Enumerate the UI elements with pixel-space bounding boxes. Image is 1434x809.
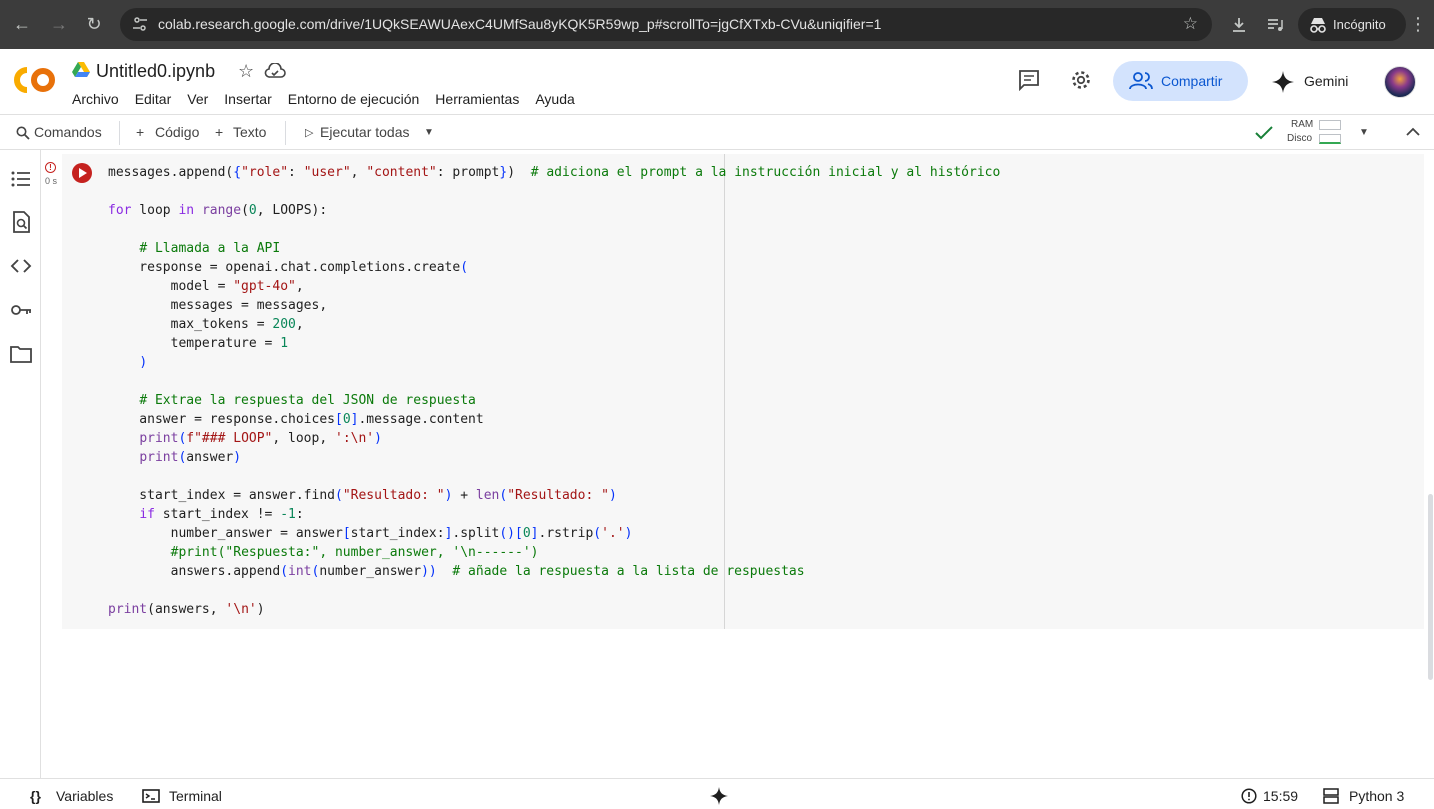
code-line: answer = response.choices[0].message.con… xyxy=(108,412,484,427)
menu-bar: Archivo Editar Ver Insertar Entorno de e… xyxy=(72,91,575,107)
commands-button[interactable]: Comandos xyxy=(34,124,102,140)
line-length-ruler xyxy=(724,154,725,629)
terminal-icon[interactable] xyxy=(142,789,160,803)
media-controls-icon[interactable] xyxy=(1265,15,1285,35)
notebook-scrollbar[interactable] xyxy=(1428,494,1433,680)
add-text-button[interactable]: Texto xyxy=(233,124,266,140)
code-line: max_tokens = 200, xyxy=(108,317,304,332)
error-clock-icon[interactable] xyxy=(1241,788,1257,804)
disk-usage-bar xyxy=(1319,134,1341,144)
menu-ayuda[interactable]: Ayuda xyxy=(535,91,574,107)
settings-gear-icon[interactable] xyxy=(1070,69,1092,91)
notebook-title[interactable]: Untitled0.ipynb xyxy=(96,61,215,82)
collapse-chevron-up-icon[interactable] xyxy=(1406,127,1420,137)
comments-icon[interactable] xyxy=(1018,69,1040,91)
variables-button[interactable]: Variables xyxy=(56,788,113,804)
code-line: print(answer) xyxy=(139,450,242,465)
connected-check-icon[interactable] xyxy=(1254,125,1274,141)
find-in-notebook-icon[interactable] xyxy=(10,211,32,233)
avatar[interactable] xyxy=(1384,66,1416,98)
menu-editar[interactable]: Editar xyxy=(135,91,172,107)
code-line: print(f"### LOOP", loop, ':\n') xyxy=(139,431,382,446)
share-label: Compartir xyxy=(1161,73,1223,89)
browser-chrome: ← → ↻ colab.research.google.com/drive/1U… xyxy=(0,0,1434,49)
colab-header: Untitled0.ipynb ☆ Archivo Editar Ver Ins… xyxy=(0,49,1434,114)
menu-herramientas[interactable]: Herramientas xyxy=(435,91,519,107)
code-line: response = openai.chat.completions.creat… xyxy=(108,260,469,275)
error-indicator-icon[interactable]: ! xyxy=(45,162,56,173)
code-line: messages = messages, xyxy=(108,298,328,313)
toolbar-divider xyxy=(285,121,286,145)
code-line: number_answer = answer[start_index:].spl… xyxy=(108,526,633,541)
code-line: ) xyxy=(139,355,148,370)
code-line: if start_index != -1: xyxy=(139,507,304,522)
star-icon[interactable]: ☆ xyxy=(238,61,254,82)
execution-time: 0 s xyxy=(45,176,58,186)
url-text[interactable]: colab.research.google.com/drive/1UQkSEAW… xyxy=(158,16,881,32)
disk-label: Disco xyxy=(1287,133,1313,144)
gemini-sparkle-icon xyxy=(1272,71,1294,93)
status-time[interactable]: 15:59 xyxy=(1263,788,1298,804)
runtime-dropdown-icon[interactable]: ▼ xyxy=(1359,127,1369,138)
run-all-button[interactable]: Ejecutar todas xyxy=(320,124,410,140)
gemini-label: Gemini xyxy=(1304,73,1349,89)
cloud-saved-icon[interactable] xyxy=(264,63,286,79)
left-sidebar xyxy=(0,150,41,778)
code-line: #print("Respuesta:", number_answer, '\n-… xyxy=(170,545,539,560)
menu-archivo[interactable]: Archivo xyxy=(72,91,119,107)
gemini-sparkle-icon[interactable] xyxy=(710,787,728,805)
run-all-dropdown-icon[interactable]: ▼ xyxy=(424,127,434,138)
incognito-label: Incógnito xyxy=(1333,17,1386,32)
code-line: answers.append(int(number_answer)) # aña… xyxy=(108,564,805,579)
table-of-contents-icon[interactable] xyxy=(10,168,32,190)
secrets-key-icon[interactable] xyxy=(10,299,32,321)
menu-entorno[interactable]: Entorno de ejecución xyxy=(288,91,420,107)
code-line: model = "gpt-4o", xyxy=(108,279,304,294)
google-drive-icon[interactable] xyxy=(72,62,90,78)
add-code-plus-icon[interactable]: + xyxy=(136,124,144,140)
menu-insertar[interactable]: Insertar xyxy=(224,91,271,107)
ram-usage-bar xyxy=(1319,120,1341,130)
search-icon[interactable] xyxy=(16,126,30,140)
add-text-plus-icon[interactable]: + xyxy=(215,124,223,140)
run-cell-button[interactable] xyxy=(72,163,92,183)
terminal-button[interactable]: Terminal xyxy=(169,788,222,804)
notebook-toolbar: Comandos + Código + Texto ▷ Ejecutar tod… xyxy=(0,114,1434,150)
forward-arrow-icon[interactable]: → xyxy=(47,12,71,36)
toolbar-divider xyxy=(119,121,120,145)
files-folder-icon[interactable] xyxy=(10,343,32,365)
incognito-badge[interactable]: Incógnito xyxy=(1298,8,1406,41)
address-bar[interactable]: colab.research.google.com/drive/1UQkSEAW… xyxy=(120,8,1212,41)
colab-logo-icon[interactable] xyxy=(14,66,56,94)
code-line: # Extrae la respuesta del JSON de respue… xyxy=(139,393,476,408)
code-line: for loop in range(0, LOOPS): xyxy=(108,203,328,218)
download-icon[interactable] xyxy=(1229,15,1249,35)
variables-braces-icon[interactable]: {} xyxy=(30,788,41,804)
people-icon xyxy=(1129,72,1153,90)
status-bar: {} Variables Terminal 15:59 Python 3 xyxy=(0,778,1434,809)
add-code-button[interactable]: Código xyxy=(155,124,199,140)
menu-ver[interactable]: Ver xyxy=(187,91,208,107)
runtime-server-icon[interactable] xyxy=(1323,788,1339,804)
bookmark-star-icon[interactable]: ☆ xyxy=(1183,14,1198,34)
kernel-name[interactable]: Python 3 xyxy=(1349,788,1404,804)
code-line: # Llamada a la API xyxy=(139,241,281,256)
site-settings-icon[interactable] xyxy=(132,16,148,32)
browser-menu-icon[interactable]: ⋮ xyxy=(1406,12,1430,36)
ram-label: RAM xyxy=(1291,119,1314,130)
code-line: start_index = answer.find("Resultado: ")… xyxy=(108,488,617,503)
back-arrow-icon[interactable]: ← xyxy=(10,12,34,36)
code-line: messages.append({"role": "user", "conten… xyxy=(108,165,1001,180)
code-line: temperature = 1 xyxy=(108,336,289,351)
code-line: print(answers, '\n') xyxy=(108,602,265,617)
reload-icon[interactable]: ↻ xyxy=(82,12,106,36)
incognito-icon xyxy=(1310,18,1326,33)
code-snippets-icon[interactable] xyxy=(10,255,32,277)
run-all-play-icon[interactable]: ▷ xyxy=(305,126,313,139)
share-button[interactable]: Compartir xyxy=(1113,61,1248,101)
